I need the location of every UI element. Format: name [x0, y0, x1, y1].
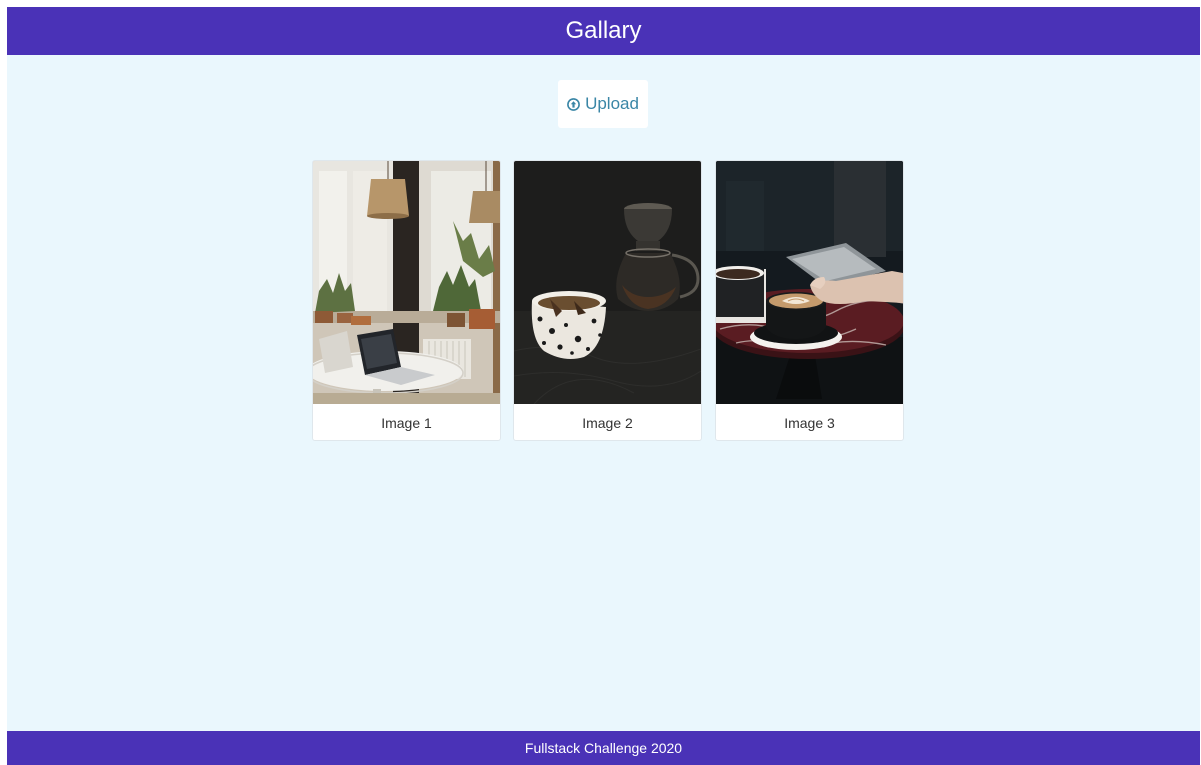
- upload-button-label: Upload: [585, 94, 639, 113]
- upload-button[interactable]: Upload: [558, 80, 648, 128]
- header-bar: Gallary: [7, 7, 1200, 55]
- gallery-card[interactable]: Image 1: [312, 160, 501, 441]
- image-gallery: Image 1 Image 2 Image 3: [312, 160, 906, 442]
- gallery-card[interactable]: Image 2: [513, 160, 702, 441]
- page-title: Gallary: [565, 17, 642, 44]
- footer-text: Fullstack Challenge 2020: [524, 740, 683, 756]
- footer-bar: Fullstack Challenge 2020: [7, 731, 1200, 765]
- gallery-card[interactable]: Image 3: [715, 160, 904, 441]
- gallery-image-cafe-laptop[interactable]: [313, 161, 500, 404]
- gallery-image-coffee-cup[interactable]: [514, 161, 701, 404]
- gallery-caption: Image 1: [381, 414, 432, 431]
- gallery-caption: Image 2: [582, 414, 633, 431]
- gallery-image-latte[interactable]: [716, 161, 903, 404]
- upload-circle-icon: [567, 97, 580, 111]
- gallery-caption: Image 3: [784, 414, 835, 431]
- page: Gallary Upload Image 1 Image 2 Image 3 F…: [7, 7, 1200, 765]
